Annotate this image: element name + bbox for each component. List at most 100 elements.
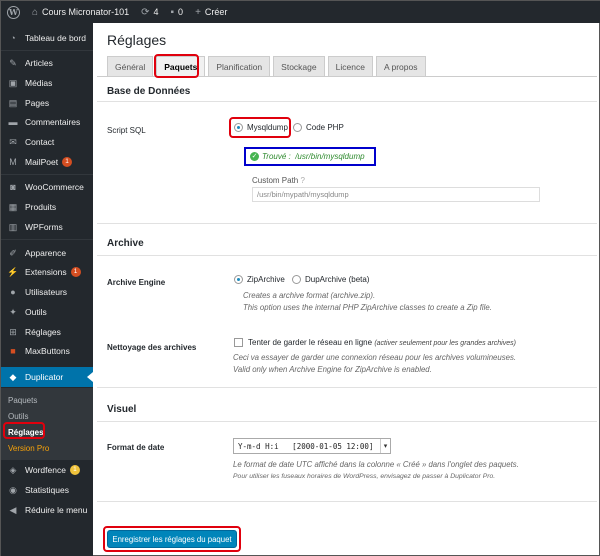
script-sql-label: Script SQL: [107, 126, 146, 135]
sidebar-item-articles[interactable]: ✎ Articles: [1, 53, 93, 73]
new-content-link[interactable]: + Créer: [195, 7, 227, 18]
tab-licence[interactable]: Licence: [327, 56, 373, 76]
sidebar-item-produits[interactable]: ▦ Produits: [1, 197, 93, 217]
date-format-desc-1: Le format de date UTC affiché dans la co…: [233, 460, 519, 469]
admin-sidebar: ◔ Tableau de bord ✎ Articles ▣ Médias ▤ Page…: [1, 23, 93, 556]
sidebar-item-statistiques[interactable]: ◉ Statistiques: [1, 480, 93, 500]
custom-path-input[interactable]: /usr/bin/mypath/mysqldump: [252, 187, 540, 202]
maxbuttons-icon: ■: [10, 346, 16, 356]
comment-icon: ▬: [8, 117, 18, 127]
tab-stockage[interactable]: Stockage: [273, 56, 325, 76]
highlight-found-path: [244, 147, 376, 166]
duplicator-icon: ◆: [9, 371, 17, 382]
custom-path-label: Custom Path ?: [252, 176, 305, 185]
cleanup-desc-2: Valid only when Archive Engine for ZipAr…: [233, 365, 432, 374]
site-name-link[interactable]: ⌂ Cours Micronator-101: [32, 7, 129, 18]
archive-engine-label: Archive Engine: [107, 278, 166, 287]
box-icon: ▦: [8, 201, 18, 212]
page-icon: ▤: [8, 97, 18, 108]
sidebar-separator: [1, 239, 93, 240]
archive-engine-desc-1: Creates a archive format (archive.zip).: [243, 291, 376, 300]
mail-icon: ✉: [9, 136, 17, 147]
brush-icon: ✐: [9, 247, 17, 258]
sidebar-item-extensions[interactable]: ⚡ Extensions 1: [1, 262, 93, 282]
pin-icon: ✎: [9, 57, 17, 68]
highlight-reglages-submenu: [3, 422, 45, 439]
section-divider: [97, 255, 597, 256]
archive-cleanup-label: Nettoyage des archives: [107, 343, 197, 352]
wordfence-badge: 1: [69, 465, 80, 475]
sidebar-item-outils[interactable]: ✦ Outils: [1, 302, 93, 322]
section-title-archive: Archive: [107, 238, 144, 249]
submenu-item-paquets[interactable]: Paquets: [1, 392, 93, 408]
form-icon: ▥: [8, 221, 18, 232]
sidebar-item-utilisateurs[interactable]: ● Utilisateurs: [1, 282, 93, 302]
tab-general[interactable]: Général: [107, 56, 154, 76]
sidebar-item-reglages[interactable]: ⊞ Réglages: [1, 322, 93, 342]
date-format-label: Format de date: [107, 443, 165, 452]
sidebar-item-woocommerce[interactable]: ◙ WooCommerce: [1, 177, 93, 197]
wrench-icon: ✦: [9, 306, 17, 317]
sidebar-item-mailpoet[interactable]: M MailPoet 1: [1, 152, 93, 172]
radio-code-php[interactable]: Code PHP: [293, 123, 344, 133]
mailpoet-icon: M: [9, 157, 17, 167]
page-title: Réglages: [107, 32, 167, 48]
collapse-icon: ◀: [9, 504, 17, 515]
sidebar-item-wpforms[interactable]: ▥ WPForms: [1, 217, 93, 237]
comments-link[interactable]: ▪ 0: [171, 7, 184, 18]
section-divider: [97, 387, 597, 388]
tab-planification[interactable]: Planification: [208, 56, 271, 76]
mailpoet-badge: 1: [62, 157, 73, 167]
section-title-database: Base de Données: [107, 86, 191, 97]
updates-link[interactable]: ⟳ 4: [141, 7, 158, 18]
date-format-select[interactable]: Y-m-d H:i [2000-01-05 12:00] ▾: [233, 438, 391, 454]
sidebar-item-wordfence[interactable]: ◈ Wordfence 1: [1, 460, 93, 480]
archive-engine-desc-2: This option uses the internal PHP ZipArc…: [243, 303, 492, 312]
tab-a-propos[interactable]: A propos: [375, 56, 426, 76]
wordfence-icon: ◈: [9, 464, 17, 475]
sidebar-item-maxbuttons[interactable]: ■ MaxButtons: [1, 341, 93, 361]
date-format-desc-2: Pour utiliser les fuseaux horaires de Wo…: [233, 473, 496, 480]
extensions-badge: 1: [70, 267, 81, 277]
chevron-down-icon: ▾: [380, 439, 390, 453]
help-icon[interactable]: ?: [300, 176, 304, 185]
radio-button[interactable]: [292, 275, 301, 285]
cleanup-desc-1: Ceci va essayer de garder une connexion …: [233, 353, 517, 362]
wordpress-icon: W: [7, 5, 20, 19]
highlight-paquets-tab: [154, 54, 199, 78]
sidebar-item-pages[interactable]: ▤ Pages: [1, 93, 93, 113]
section-divider: [97, 421, 597, 422]
wp-logo-button[interactable]: W: [7, 5, 20, 19]
plus-icon: +: [195, 6, 201, 18]
sidebar-item-dashboard[interactable]: ◔ Tableau de bord: [1, 28, 93, 48]
radio-ziparchive[interactable]: ZipArchive: [234, 275, 285, 285]
checkbox[interactable]: [234, 338, 243, 348]
highlight-mysqldump: [229, 117, 291, 138]
user-icon: ●: [10, 287, 16, 297]
settings-icon: ⊞: [9, 326, 17, 337]
sidebar-separator: [1, 50, 93, 51]
radio-duparchive[interactable]: DupArchive (beta): [292, 275, 369, 285]
sidebar-item-apparence[interactable]: ✐ Apparence: [1, 243, 93, 263]
section-divider: [97, 501, 597, 502]
sidebar-item-commentaires[interactable]: ▬ Commentaires: [1, 112, 93, 132]
media-icon: ▣: [8, 77, 18, 88]
sidebar-separator: [1, 174, 93, 175]
stats-icon: ◉: [9, 484, 17, 495]
comment-bubble-icon: ▪: [170, 6, 175, 18]
woocommerce-icon: ◙: [10, 182, 16, 192]
sidebar-item-contact[interactable]: ✉ Contact: [1, 132, 93, 152]
sidebar-collapse-button[interactable]: ◀ Réduire le menu: [1, 500, 93, 520]
radio-button-checked[interactable]: [234, 275, 243, 285]
plugin-icon: ⚡: [7, 266, 19, 277]
highlight-save-button: [103, 526, 241, 552]
section-divider: [97, 101, 597, 102]
sidebar-item-duplicator[interactable]: ◆ Duplicator: [1, 367, 93, 387]
sidebar-item-medias[interactable]: ▣ Médias: [1, 73, 93, 93]
admin-bar: W ⌂ Cours Micronator-101 ⟳ 4 ▪ 0 + Créer: [1, 1, 600, 23]
submenu-item-version-pro[interactable]: Version Pro: [1, 440, 93, 456]
keep-network-alive-checkbox[interactable]: Tenter de garder le réseau en ligne (act…: [234, 338, 516, 348]
radio-button[interactable]: [293, 123, 302, 133]
active-arrow: [87, 372, 93, 382]
refresh-icon: ⟳: [141, 6, 150, 18]
